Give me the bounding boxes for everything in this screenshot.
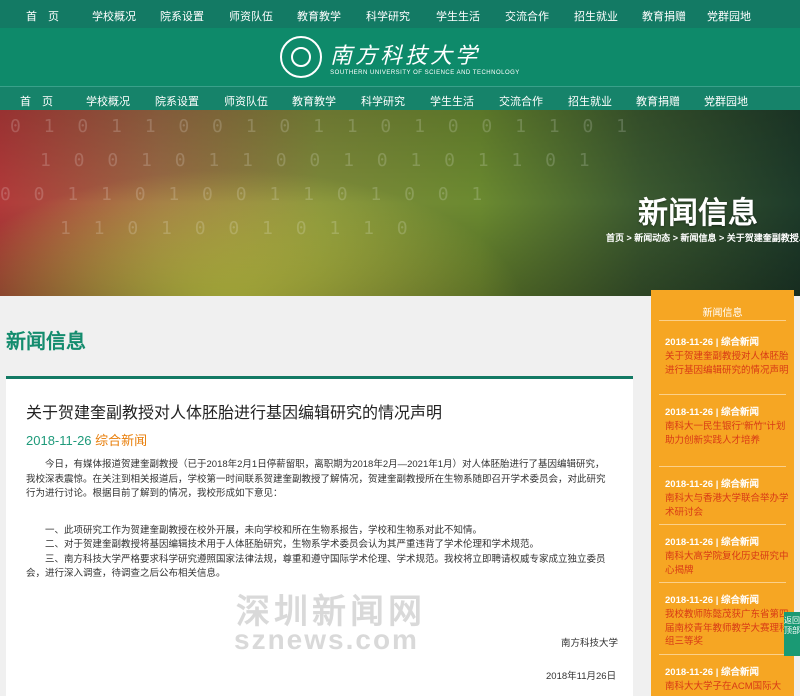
banner-decoration: 0 1 0 1 1 0 0 1 0 1 1 0 1 0 0 1 1 0 1 (10, 116, 633, 137)
article-category[interactable]: 综合新闻 (95, 433, 147, 448)
article-paragraph: 三、南方科技大学严格要求科学研究遵照国家法律法规，尊重和遵守国际学术伦理、学术规… (26, 553, 606, 580)
sidebar-divider (659, 654, 786, 655)
banner-decoration: 1 1 0 1 0 0 1 0 1 1 0 (60, 218, 414, 239)
banner-decoration: 0 0 1 1 0 1 0 0 1 1 0 1 0 0 1 (0, 184, 489, 205)
sidebar-divider (659, 320, 786, 321)
article-date: 2018-11-26 (26, 433, 92, 448)
sidebar-news-date: 2018-11-26 | 综合新闻 (665, 337, 760, 348)
sidebar-news-title[interactable]: 南科大高学院复化历史研究中心揭牌 (665, 550, 789, 577)
top-nav-donation[interactable]: 教育捐赠 (642, 8, 686, 24)
news-sidebar: 新闻信息 2018-11-26 | 综合新闻 关于贺建奎副教授对人体胚胎进行基因… (651, 290, 794, 696)
nav-departments[interactable]: 院系设置 (155, 93, 199, 109)
sidebar-news-item[interactable]: 2018-11-26 | 综合新闻 我校教师陈懿茂获广东省第四届南校青年教师教学… (665, 592, 789, 649)
university-logo[interactable]: 南方科技大学 SOUTHERN UNIVERSITY OF SCIENCE AN… (280, 36, 520, 78)
sidebar-news-date: 2018-11-26 | 综合新闻 (665, 407, 760, 418)
sidebar-divider (659, 524, 786, 525)
logo-english-name: SOUTHERN UNIVERSITY OF SCIENCE AND TECHN… (330, 70, 520, 76)
university-seal-icon (280, 36, 323, 78)
nav-education[interactable]: 教育教学 (292, 93, 336, 109)
top-nav-exchange[interactable]: 交流合作 (505, 8, 549, 24)
banner-decoration: 1 0 0 1 0 1 1 0 0 1 0 1 0 1 1 0 1 (40, 150, 596, 171)
article-paragraph: 一、此项研究工作为贺建奎副教授在校外开展，未向学校和所在生物系报告，学校和生物系… (45, 524, 483, 536)
sidebar-news-date: 2018-11-26 | 综合新闻 (665, 479, 760, 490)
nav-party[interactable]: 党群园地 (704, 93, 748, 109)
banner-title: 新闻信息 (638, 197, 758, 230)
article-signature: 南方科技大学 (561, 638, 619, 649)
top-nav-party[interactable]: 党群园地 (707, 8, 751, 24)
sidebar-news-item[interactable]: 2018-11-26 | 综合新闻 南科大高学院复化历史研究中心揭牌 (665, 534, 789, 577)
logo-chinese-name: 南方科技大学 (330, 44, 481, 69)
sidebar-news-title[interactable]: 关于贺建奎副教授对人体胚胎进行基因编辑研究的情况声明 (665, 350, 789, 377)
sidebar-news-item[interactable]: 2018-11-26 | 综合新闻 南科大与香港大学联合举办学术研讨会 (665, 476, 789, 519)
sidebar-news-title[interactable]: 我校教师陈懿茂获广东省第四届南校青年教师教学大赛理科组三等奖 (665, 608, 789, 649)
nav-research[interactable]: 科学研究 (361, 93, 405, 109)
nav-home[interactable]: 首 页 (20, 93, 53, 109)
sidebar-divider (659, 582, 786, 583)
article-paragraph: 今日，有媒体报道贺建奎副教授（已于2018年2月1日停薪留职，离职期为2018年… (26, 459, 606, 499)
nav-admissions[interactable]: 招生就业 (568, 93, 612, 109)
main-navigation: 首 页 学校概况 院系设置 师资队伍 教育教学 科学研究 学生生活 交流合作 招… (0, 86, 800, 111)
sidebar-divider (659, 394, 786, 395)
top-nav-departments[interactable]: 院系设置 (160, 8, 204, 24)
article-sign-date: 2018年11月26日 (546, 671, 617, 682)
top-nav-home[interactable]: 首 页 (26, 8, 59, 24)
top-nav-faculty[interactable]: 师资队伍 (229, 8, 273, 24)
back-to-top-button[interactable]: 返回顶部 (784, 612, 800, 656)
sidebar-title: 新闻信息 (702, 308, 743, 319)
sidebar-divider (659, 466, 786, 467)
page-title: 新闻信息 (6, 331, 86, 353)
watermark-url: sznews.com (234, 624, 419, 655)
nav-student-life[interactable]: 学生生活 (430, 93, 474, 109)
top-navigation: 首 页 学校概况 院系设置 师资队伍 教育教学 科学研究 学生生活 交流合作 招… (0, 0, 800, 28)
page-banner: 0 1 0 1 1 0 0 1 0 1 1 0 1 0 0 1 1 0 1 1 … (0, 110, 800, 296)
site-header: 南方科技大学 SOUTHERN UNIVERSITY OF SCIENCE AN… (0, 28, 800, 86)
sidebar-news-item[interactable]: 2018-11-26 | 综合新闻 南科大一民生银行“新竹”计划助力创新实践人才… (665, 404, 789, 447)
top-nav-education[interactable]: 教育教学 (297, 8, 341, 24)
nav-faculty[interactable]: 师资队伍 (224, 93, 268, 109)
sidebar-news-title[interactable]: 南科大一民生银行“新竹”计划助力创新实践人才培养 (665, 420, 789, 447)
article-panel: 关于贺建奎副教授对人体胚胎进行基因编辑研究的情况声明 2018-11-26 综合… (6, 376, 633, 699)
article-body: 今日，有媒体报道贺建奎副教授（已于2018年2月1日停薪留职，离职期为2018年… (26, 458, 614, 582)
top-nav-about[interactable]: 学校概况 (92, 8, 136, 24)
top-nav-research[interactable]: 科学研究 (366, 8, 410, 24)
sidebar-news-date: 2018-11-26 | 综合新闻 (665, 537, 760, 548)
sidebar-news-title[interactable]: 南科大大学子在ACM国际大 (665, 680, 789, 694)
article-paragraph: 二、对于贺建奎副教授将基因编辑技术用于人体胚胎研究，生物系学术委员会认为其严重违… (45, 539, 540, 550)
top-nav-admissions[interactable]: 招生就业 (574, 8, 618, 24)
sidebar-news-item[interactable]: 2018-11-26 | 综合新闻 南科大大学子在ACM国际大 (665, 664, 789, 694)
nav-exchange[interactable]: 交流合作 (499, 93, 543, 109)
article-title: 关于贺建奎副教授对人体胚胎进行基因编辑研究的情况声明 (26, 405, 443, 422)
sidebar-news-item[interactable]: 2018-11-26 | 综合新闻 关于贺建奎副教授对人体胚胎进行基因编辑研究的… (665, 334, 789, 377)
nav-donation[interactable]: 教育捐赠 (636, 93, 680, 109)
sidebar-news-date: 2018-11-26 | 综合新闻 (665, 667, 760, 678)
sidebar-news-date: 2018-11-26 | 综合新闻 (665, 595, 760, 606)
breadcrumb[interactable]: 首页 > 新闻动态 > 新闻信息 > 关于贺建奎副教授... (606, 231, 800, 244)
nav-about[interactable]: 学校概况 (86, 93, 130, 109)
top-nav-student-life[interactable]: 学生生活 (436, 8, 480, 24)
sidebar-news-title[interactable]: 南科大与香港大学联合举办学术研讨会 (665, 492, 789, 519)
article-meta: 2018-11-26 综合新闻 (26, 430, 147, 449)
